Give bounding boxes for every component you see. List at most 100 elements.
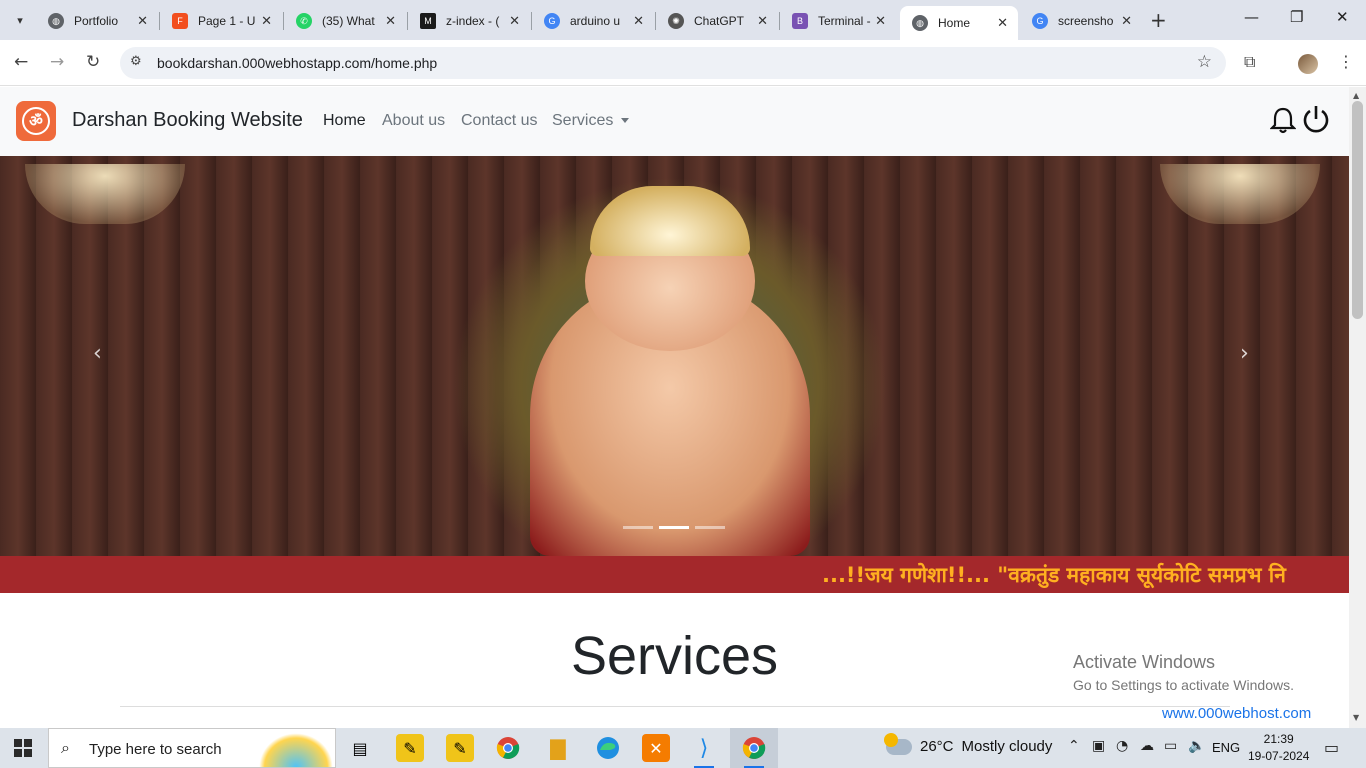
windows-start-icon[interactable] xyxy=(14,739,32,757)
site-logo[interactable]: ॐ xyxy=(16,101,56,141)
carousel-indicators xyxy=(623,526,725,529)
close-icon[interactable]: ✕ xyxy=(1121,13,1132,29)
weather-condition: Mostly cloudy xyxy=(961,738,1053,755)
clock-date: 19-07-2024 xyxy=(1248,749,1310,763)
tab-title: screensho xyxy=(1058,14,1114,28)
search-placeholder: Type here to search xyxy=(89,741,222,758)
close-icon[interactable]: ✕ xyxy=(875,13,886,29)
xampp-icon[interactable]: ✕ xyxy=(642,734,670,762)
window-close-icon[interactable]: ✕ xyxy=(1336,8,1349,26)
tab-title: Portfolio xyxy=(74,14,119,28)
google-icon: G xyxy=(1032,13,1048,29)
tab-title: arduino u xyxy=(570,14,621,28)
reload-icon[interactable]: ↻ xyxy=(86,52,100,72)
weather-widget[interactable]: 26°C Mostly cloudy xyxy=(884,732,1053,755)
avatar[interactable] xyxy=(1298,54,1318,74)
new-tab-button[interactable]: + xyxy=(1150,8,1167,32)
tab-portfolio[interactable]: ◍ Portfolio ✕ xyxy=(36,6,158,36)
url-text[interactable]: bookdarshan.000webhostapp.com/home.php xyxy=(157,55,437,71)
more-menu-icon[interactable]: ⋮ xyxy=(1338,52,1354,71)
webhost-badge[interactable]: www.000webhost.com xyxy=(1162,705,1311,722)
task-view-icon[interactable]: ▤ xyxy=(346,734,374,762)
browser-toolbar: ← → ↻ ⚙ bookdarshan.000webhostapp.com/ho… xyxy=(0,40,1366,86)
extensions-icon[interactable]: ⧉ xyxy=(1244,52,1255,72)
weather-cloud-icon xyxy=(884,732,912,755)
search-highlight-image xyxy=(259,733,333,767)
close-icon[interactable]: ✕ xyxy=(997,15,1008,31)
app-tool-icon[interactable]: ✎ xyxy=(396,734,424,762)
chevron-down-icon: ▾ xyxy=(17,13,23,27)
meet-now-icon[interactable]: ▣ xyxy=(1092,738,1105,754)
close-icon[interactable]: ✕ xyxy=(137,13,148,29)
tab-terminal[interactable]: B Terminal - ✕ xyxy=(780,6,896,36)
scrolling-marquee: ...!!जय गणेशा!!... "वक्रतुंड महाकाय सूर्… xyxy=(0,556,1349,593)
vscode-icon[interactable]: ⟩ xyxy=(690,734,718,768)
hero-carousel: ‹ › xyxy=(0,156,1349,556)
battery-icon[interactable]: ▭ xyxy=(1164,738,1177,754)
system-clock[interactable]: 21:39 19-07-2024 xyxy=(1248,731,1309,765)
close-icon[interactable]: ✕ xyxy=(261,13,272,29)
caret-down-icon xyxy=(621,118,630,124)
scroll-up-icon[interactable]: ▲ xyxy=(1353,91,1359,100)
close-icon[interactable]: ✕ xyxy=(385,13,396,29)
page-viewport: ॐ Darshan Booking Website Home About us … xyxy=(0,87,1349,728)
power-icon[interactable] xyxy=(1302,104,1330,134)
tab-home[interactable]: ◍ Home ✕ xyxy=(900,6,1018,40)
bell-icon[interactable] xyxy=(1270,106,1296,134)
app-tool-2-icon[interactable]: ✎ xyxy=(446,734,474,762)
scrollbar-thumb[interactable] xyxy=(1352,101,1363,319)
mdn-icon: M xyxy=(420,13,436,29)
restore-icon[interactable]: ❐ xyxy=(1290,8,1303,26)
marquee-text: ...!!जय गणेशा!!... "वक्रतुंड महाकाय सूर्… xyxy=(822,563,1286,587)
weather-temp: 26°C xyxy=(920,738,954,755)
tab-title: Page 1 - U xyxy=(198,14,256,28)
scroll-down-icon[interactable]: ▼ xyxy=(1353,713,1359,722)
carousel-next-icon[interactable]: › xyxy=(1240,341,1249,366)
tab-whatsapp[interactable]: ✆ (35) What ✕ xyxy=(284,6,406,36)
page-scrollbar[interactable]: ▲ ▼ xyxy=(1349,87,1366,728)
nav-services-dropdown[interactable]: Services xyxy=(552,112,630,130)
nav-home[interactable]: Home xyxy=(323,112,366,130)
carousel-prev-icon[interactable]: ‹ xyxy=(93,341,102,366)
carousel-indicator-3[interactable] xyxy=(695,526,725,529)
chandelier-left xyxy=(25,164,185,224)
network-icon[interactable]: ◔ xyxy=(1116,738,1128,754)
tab-title: ChatGPT xyxy=(694,14,745,28)
carousel-indicator-2[interactable] xyxy=(659,526,689,529)
back-arrow-icon[interactable]: ← xyxy=(14,52,28,72)
tab-figma[interactable]: F Page 1 - U ✕ xyxy=(160,6,282,36)
google-icon: G xyxy=(544,13,560,29)
tab-google-arduino[interactable]: G arduino u ✕ xyxy=(532,6,654,36)
close-icon[interactable]: ✕ xyxy=(633,13,644,29)
tab-search-button[interactable]: ▾ xyxy=(8,8,32,32)
tab-chatgpt[interactable]: ✺ ChatGPT ✕ xyxy=(656,6,778,36)
tab-google-screenshot[interactable]: G screensho ✕ xyxy=(1020,6,1142,36)
minimize-icon[interactable]: — xyxy=(1244,8,1259,26)
edge-icon[interactable] xyxy=(594,734,622,762)
chrome-icon[interactable] xyxy=(494,734,522,762)
nav-services-label: Services xyxy=(552,112,614,129)
carousel-indicator-1[interactable] xyxy=(623,526,653,529)
forward-arrow-icon[interactable]: → xyxy=(50,52,64,72)
volume-icon[interactable]: 🔈 xyxy=(1188,738,1205,754)
notification-icon[interactable]: ▭ xyxy=(1324,738,1339,757)
address-bar[interactable]: ⚙ bookdarshan.000webhostapp.com/home.php… xyxy=(120,47,1226,79)
close-icon[interactable]: ✕ xyxy=(509,13,520,29)
site-info-icon[interactable]: ⚙ xyxy=(130,54,142,69)
clock-time: 21:39 xyxy=(1263,732,1294,746)
input-language[interactable]: ENG xyxy=(1212,740,1240,755)
onedrive-icon[interactable]: ☁ xyxy=(1140,738,1154,754)
bookmark-star-icon[interactable]: ☆ xyxy=(1197,52,1212,72)
chrome-active-icon[interactable] xyxy=(740,734,768,768)
nav-about[interactable]: About us xyxy=(382,112,445,130)
file-explorer-icon[interactable]: ▇ xyxy=(544,734,572,762)
windows-taskbar: ⌕ Type here to search ▤ ✎ ✎ ▇ ✕ ⟩ 26°C M… xyxy=(0,728,1366,768)
brand-name[interactable]: Darshan Booking Website xyxy=(72,109,303,132)
tab-mdn[interactable]: M z-index - ( ✕ xyxy=(408,6,530,36)
close-icon[interactable]: ✕ xyxy=(757,13,768,29)
bootstrap-icon: B xyxy=(792,13,808,29)
tray-chevron-up-icon[interactable]: ⌃ xyxy=(1068,738,1080,754)
taskbar-search[interactable]: ⌕ Type here to search xyxy=(48,728,336,768)
nav-contact[interactable]: Contact us xyxy=(461,112,537,130)
services-divider xyxy=(120,706,1230,707)
